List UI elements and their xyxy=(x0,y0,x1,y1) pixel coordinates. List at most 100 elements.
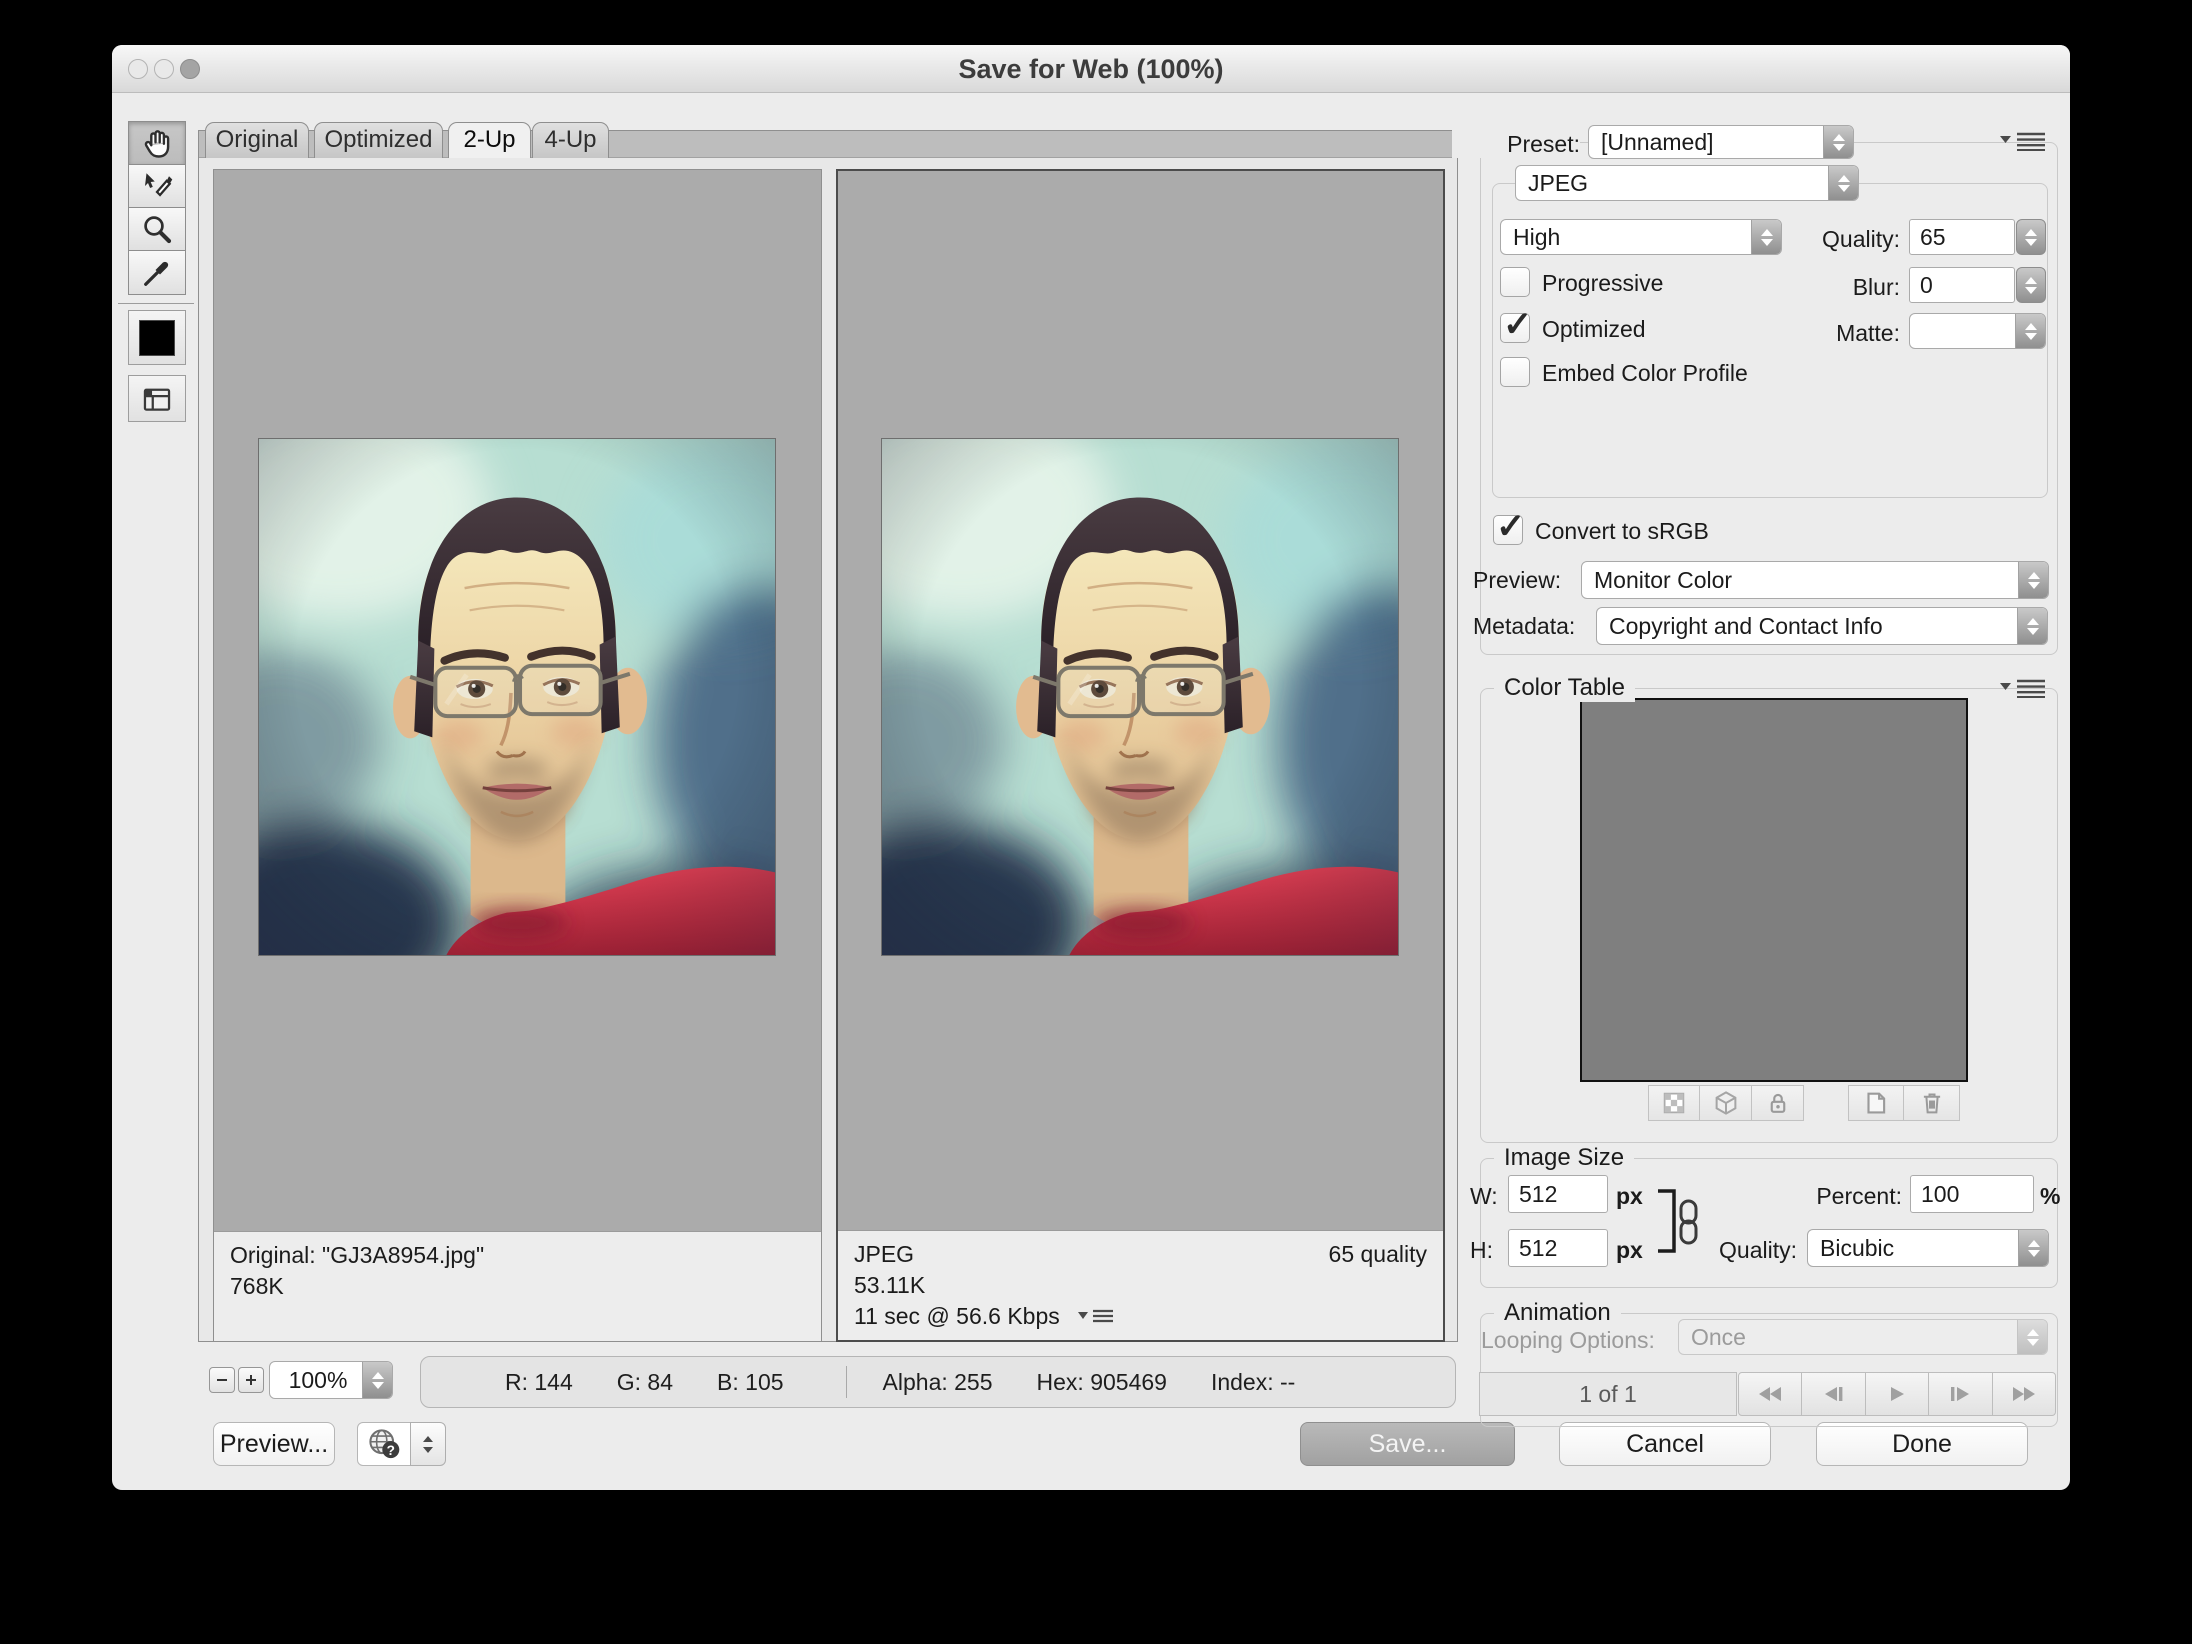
lock-color-button[interactable] xyxy=(1752,1085,1804,1121)
next-frame-button[interactable] xyxy=(1929,1372,1992,1416)
map-transparency-button[interactable] xyxy=(1648,1085,1700,1121)
metadata-value: Copyright and Contact Info xyxy=(1597,613,2017,640)
slice-select-tool-button[interactable] xyxy=(129,165,185,208)
blur-field[interactable]: 0 xyxy=(1909,267,2015,303)
preset-value: [Unnamed] xyxy=(1589,129,1823,156)
zoom-level-dropdown[interactable]: 100% xyxy=(269,1361,393,1399)
first-frame-button[interactable] xyxy=(1738,1372,1802,1416)
window-close-button[interactable] xyxy=(128,59,148,79)
save-for-web-dialog: Save for Web (100%) xyxy=(112,45,2070,1490)
slice-select-icon xyxy=(139,168,175,204)
optimized-checkbox[interactable] xyxy=(1500,313,1530,343)
looping-options-value: Once xyxy=(1679,1324,2017,1351)
height-field[interactable]: 512 xyxy=(1508,1229,1608,1267)
new-color-button[interactable] xyxy=(1848,1085,1904,1121)
step-forward-icon xyxy=(1949,1385,1971,1403)
zoom-in-button[interactable] xyxy=(238,1367,264,1393)
fast-forward-icon xyxy=(2011,1385,2037,1403)
format-value: JPEG xyxy=(1516,170,1828,197)
color-table-toolbar-right xyxy=(1848,1085,1960,1121)
progressive-label: Progressive xyxy=(1542,269,1663,297)
magnifier-icon xyxy=(139,211,175,247)
width-field[interactable]: 512 xyxy=(1508,1175,1608,1213)
width-unit: px xyxy=(1616,1182,1643,1210)
compression-quality-dropdown[interactable]: High xyxy=(1500,219,1782,255)
preview-in-browser-button[interactable]: ? xyxy=(357,1422,411,1466)
tab-4up[interactable]: 4-Up xyxy=(532,122,609,158)
help-glyph: ? xyxy=(387,1443,395,1458)
preview-dropdown-arrows-icon xyxy=(2018,562,2048,598)
progressive-checkbox[interactable] xyxy=(1500,267,1530,297)
quality-field[interactable]: 65 xyxy=(1909,219,2015,255)
cancel-button[interactable]: Cancel xyxy=(1559,1422,1771,1466)
metadata-dropdown-arrows-icon xyxy=(2017,608,2047,644)
height-label: H: xyxy=(1470,1236,1493,1264)
desktop-background: Save for Web (100%) xyxy=(0,0,2192,1644)
percent-field[interactable]: 100 xyxy=(1910,1175,2034,1213)
previous-frame-button[interactable] xyxy=(1802,1372,1865,1416)
embed-color-profile-checkbox[interactable] xyxy=(1500,357,1530,387)
preview-button[interactable]: Preview... xyxy=(213,1422,335,1466)
metadata-label: Metadata: xyxy=(1473,612,1575,640)
format-dropdown[interactable]: JPEG xyxy=(1515,165,1859,201)
looping-dropdown-arrows-icon xyxy=(2017,1320,2047,1354)
resample-quality-dropdown[interactable]: Bicubic xyxy=(1807,1229,2049,1267)
toggle-slices-visibility-button[interactable] xyxy=(128,375,186,422)
optimized-info-bar: JPEG 65 quality 53.11K 11 sec @ 56.6 Kbp… xyxy=(838,1230,1443,1340)
zoom-out-button[interactable] xyxy=(209,1367,235,1393)
lock-icon xyxy=(1763,1088,1793,1118)
window-zoom-button[interactable] xyxy=(180,59,200,79)
animation-title: Animation xyxy=(1494,1299,1621,1327)
delete-color-button[interactable] xyxy=(1904,1085,1960,1121)
resample-dropdown-arrows-icon xyxy=(2018,1230,2048,1266)
hand-tool-button[interactable] xyxy=(129,122,185,165)
blur-stepper[interactable] xyxy=(2016,267,2046,303)
optimized-label: Optimized xyxy=(1542,315,1646,343)
preset-dropdown[interactable]: [Unnamed] xyxy=(1588,125,1854,159)
optimized-preview-pane[interactable]: JPEG 65 quality 53.11K 11 sec @ 56.6 Kbp… xyxy=(836,169,1445,1342)
width-label: W: xyxy=(1470,1182,1498,1210)
metadata-dropdown[interactable]: Copyright and Contact Info xyxy=(1596,607,2048,645)
download-rate-menu-icon[interactable] xyxy=(1078,1308,1114,1325)
blue-readout: B: 105 xyxy=(717,1369,784,1396)
green-readout: G: 84 xyxy=(617,1369,673,1396)
browser-globe-icon: ? xyxy=(367,1427,401,1461)
index-readout: Index: -- xyxy=(1211,1369,1295,1396)
color-table-menu-icon[interactable] xyxy=(2000,678,2046,698)
color-table-swatch-area[interactable] xyxy=(1580,698,1968,1082)
zoom-dropdown-arrows-icon[interactable] xyxy=(362,1362,392,1398)
eyedropper-color-swatch-button[interactable] xyxy=(128,310,186,365)
quality-stepper[interactable] xyxy=(2016,219,2046,255)
optimized-format: JPEG xyxy=(854,1239,914,1270)
convert-to-srgb-label: Convert to sRGB xyxy=(1535,517,1709,545)
window-minimize-button[interactable] xyxy=(154,59,174,79)
original-filesize: 768K xyxy=(230,1271,805,1302)
plus-icon xyxy=(243,1372,259,1388)
preset-label: Preset: xyxy=(1452,130,1580,158)
original-preview-pane[interactable]: Original: "GJ3A8954.jpg" 768K xyxy=(213,169,822,1342)
blur-label: Blur: xyxy=(1742,273,1900,301)
tab-optimized[interactable]: Optimized xyxy=(314,122,443,158)
alpha-readout: Alpha: 255 xyxy=(883,1369,993,1396)
web-shift-button[interactable] xyxy=(1700,1085,1752,1121)
last-frame-button[interactable] xyxy=(1993,1372,2056,1416)
save-button[interactable]: Save... xyxy=(1300,1422,1515,1466)
matte-dropdown[interactable] xyxy=(1909,313,2046,349)
preview-mode-dropdown[interactable]: Monitor Color xyxy=(1581,561,2049,599)
optimized-download-time: 11 sec @ 56.6 Kbps xyxy=(854,1301,1060,1332)
preset-panel-menu-icon[interactable] xyxy=(2000,131,2046,151)
color-table-title: Color Table xyxy=(1494,674,1635,702)
eyedropper-tool-button[interactable] xyxy=(129,251,185,294)
tab-original[interactable]: Original xyxy=(205,122,309,158)
tab-2up[interactable]: 2-Up xyxy=(448,122,531,158)
original-filename: Original: "GJ3A8954.jpg" xyxy=(230,1240,805,1271)
browser-select-stepper[interactable] xyxy=(410,1422,446,1466)
play-button[interactable] xyxy=(1866,1372,1929,1416)
eyedropper-color-swatch xyxy=(139,320,175,356)
convert-to-srgb-checkbox[interactable] xyxy=(1493,515,1523,545)
window-title: Save for Web (100%) xyxy=(112,45,2070,93)
zoom-tool-button[interactable] xyxy=(129,208,185,251)
optimized-photo xyxy=(881,438,1399,956)
height-unit: px xyxy=(1616,1236,1643,1264)
done-button[interactable]: Done xyxy=(1816,1422,2028,1466)
